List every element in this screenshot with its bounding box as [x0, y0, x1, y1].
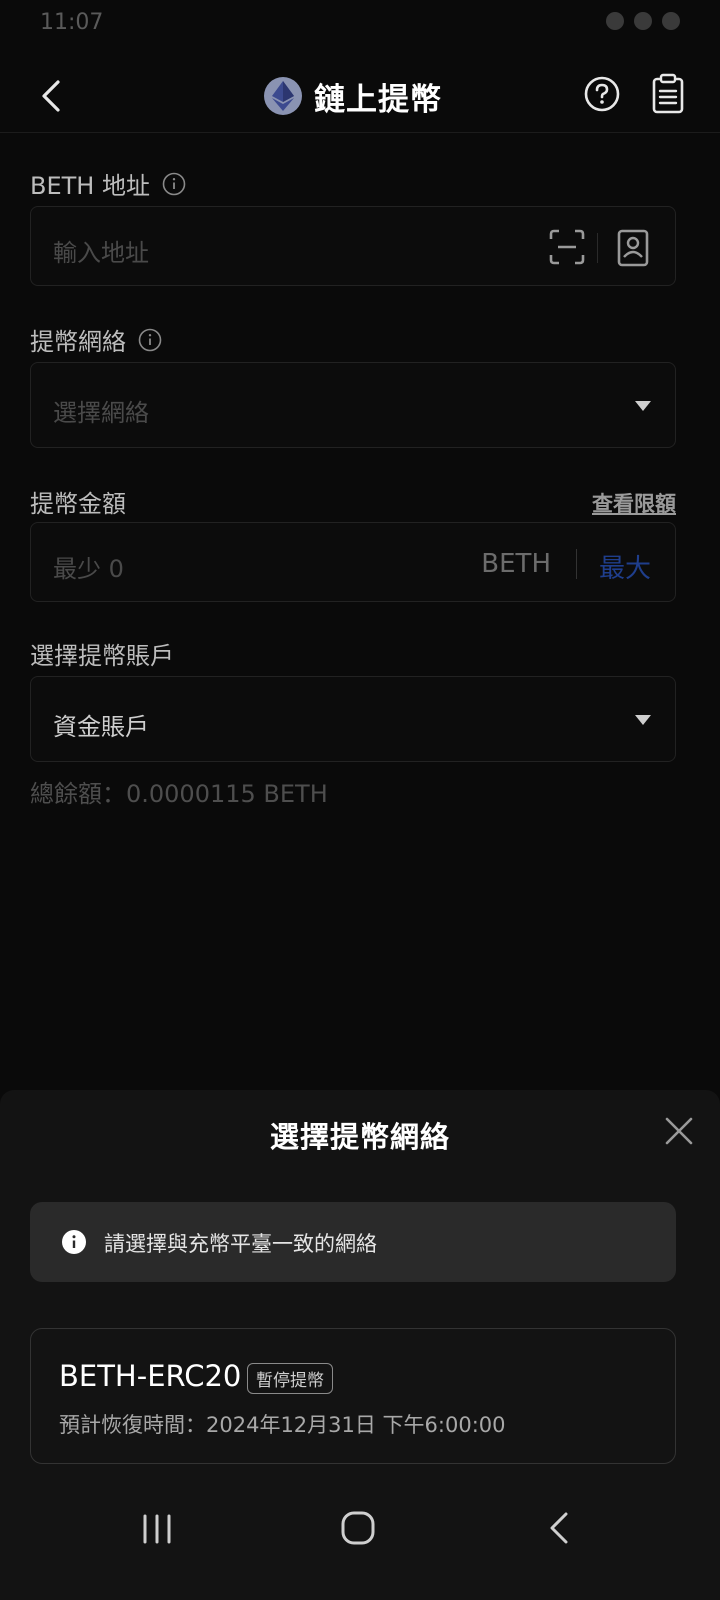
- amount-unit: BETH: [481, 549, 551, 579]
- network-notice: 請選擇與充幣平臺一致的網絡: [30, 1202, 676, 1282]
- system-navigation-bar: [0, 1488, 720, 1568]
- address-input[interactable]: 輸入地址: [53, 233, 149, 268]
- account-select[interactable]: 資金賬戶: [30, 676, 676, 762]
- amount-field[interactable]: 最少 0 BETH 最大: [30, 522, 676, 602]
- close-icon: [665, 1117, 693, 1145]
- network-label-row: 提幣網絡: [30, 322, 162, 357]
- network-placeholder: 選擇網絡: [53, 399, 149, 427]
- info-icon[interactable]: [138, 328, 162, 352]
- ethereum-icon: [264, 77, 302, 115]
- account-label-row: 選擇提幣賬戶: [30, 636, 174, 671]
- network-name: BETH-ERC20: [59, 1359, 242, 1393]
- account-value: 資金賬戶: [53, 713, 149, 741]
- status-badge: 暫停提幣: [247, 1363, 333, 1394]
- network-label: 提幣網絡: [30, 328, 126, 356]
- address-book-icon[interactable]: [617, 229, 649, 267]
- battery-icon: [662, 12, 680, 30]
- notice-text: 請選擇與充幣平臺一致的網絡: [104, 1232, 377, 1256]
- title-group: 鏈上提幣: [264, 72, 442, 120]
- view-limits-link[interactable]: 查看限額: [592, 488, 676, 518]
- address-field[interactable]: 輸入地址: [30, 206, 676, 286]
- address-label-row: BETH 地址: [30, 166, 186, 201]
- account-label: 選擇提幣賬戶: [30, 642, 174, 670]
- status-bar: 11:07: [0, 0, 720, 48]
- sheet-title: 選擇提幣網絡: [269, 1120, 450, 1154]
- amount-label-row: 提幣金額: [30, 484, 126, 519]
- field-divider: [597, 233, 598, 263]
- back-button[interactable]: [30, 74, 74, 118]
- chevron-left-icon: [42, 80, 60, 112]
- page-title: 鏈上提幣: [314, 81, 442, 118]
- network-option[interactable]: BETH-ERC20 暫停提幣 預計恢復時間：2024年12月31日 下午6:0…: [30, 1328, 676, 1464]
- scan-icon[interactable]: [549, 229, 585, 265]
- field-divider: [576, 549, 577, 579]
- caret-down-icon: [635, 401, 651, 411]
- amount-label: 提幣金額: [30, 490, 126, 518]
- close-button[interactable]: [664, 1116, 694, 1146]
- info-icon[interactable]: [162, 172, 186, 196]
- status-time: 11:07: [40, 10, 104, 35]
- max-button[interactable]: 最大: [599, 548, 651, 585]
- amount-input[interactable]: 最少 0: [53, 549, 124, 584]
- withdraw-records-button[interactable]: [648, 72, 688, 116]
- caret-down-icon: [635, 715, 651, 725]
- info-filled-icon: [62, 1230, 86, 1254]
- app-header: 鏈上提幣: [0, 60, 720, 133]
- total-balance: 總餘額：0.0000115 BETH: [30, 780, 328, 808]
- status-icons: [606, 12, 680, 30]
- home-icon[interactable]: [340, 1510, 376, 1546]
- network-select[interactable]: 選擇網絡: [30, 362, 676, 448]
- recovery-time: 預計恢復時間：2024年12月31日 下午6:00:00: [59, 1413, 506, 1437]
- help-button[interactable]: [582, 74, 622, 114]
- notification-icon: [606, 12, 624, 30]
- system-back-icon[interactable]: [546, 1510, 574, 1546]
- clipboard-icon: [652, 73, 684, 114]
- recent-apps-icon[interactable]: [140, 1512, 174, 1546]
- question-circle-icon: [584, 76, 620, 112]
- address-label: BETH 地址: [30, 172, 150, 200]
- wifi-icon: [634, 12, 652, 30]
